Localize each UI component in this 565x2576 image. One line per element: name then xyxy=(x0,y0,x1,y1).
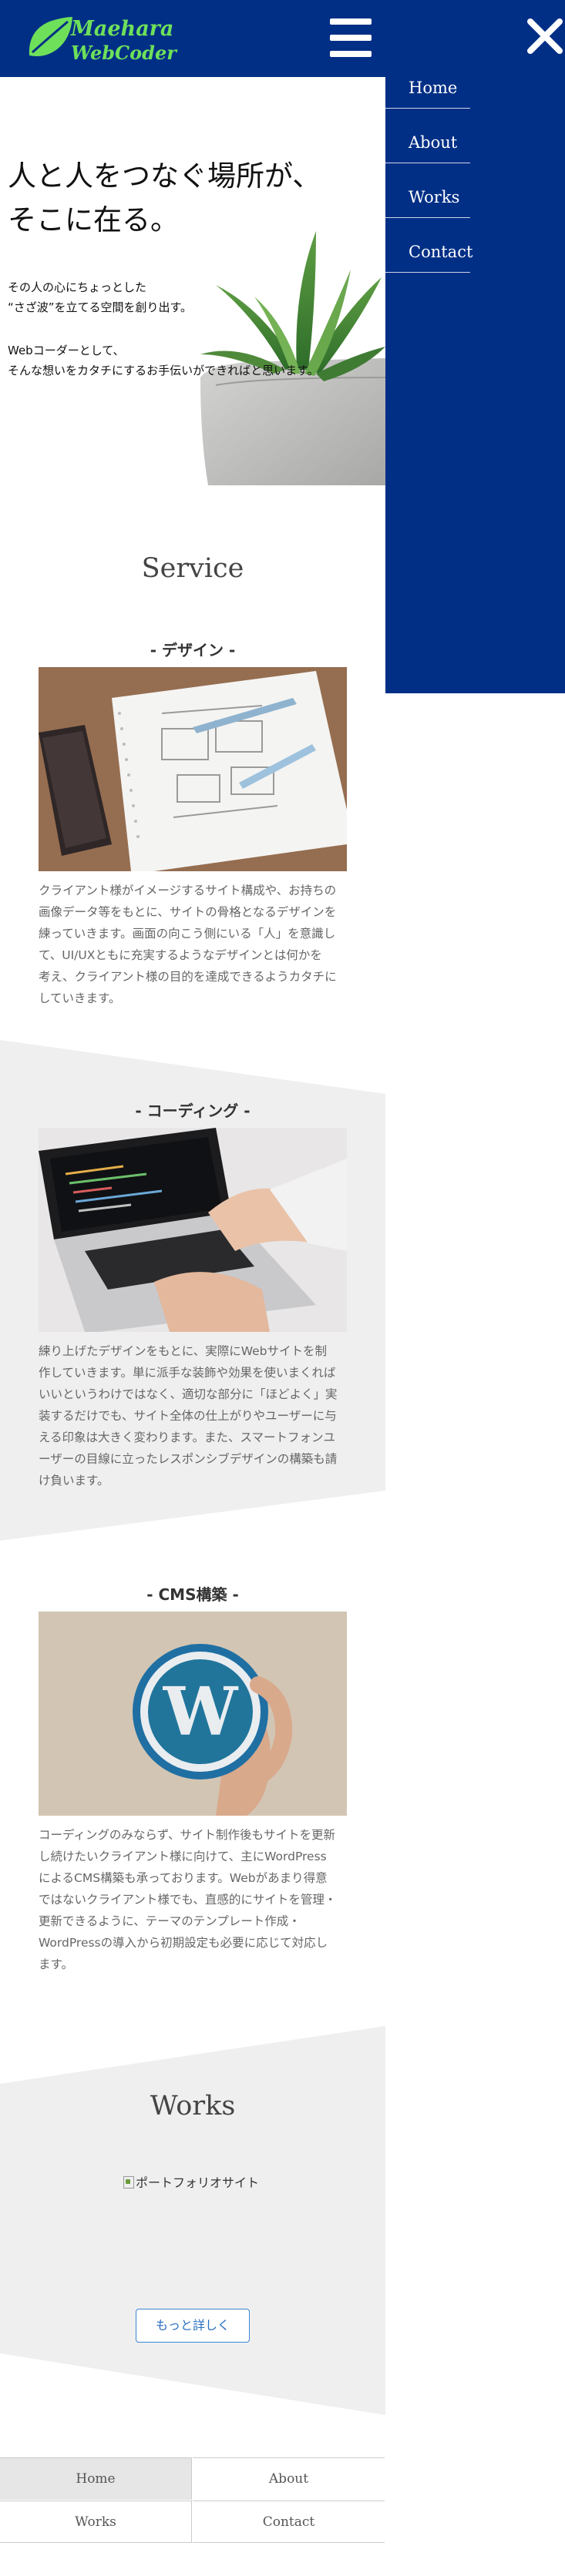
broken-image-icon xyxy=(123,2176,134,2189)
hero-text-line2: “さざ波”を立てる空間を創り出す。 xyxy=(8,300,193,314)
leaf-icon xyxy=(29,17,72,56)
hero-text-line3: Webコーダーとして、 xyxy=(8,344,125,357)
footer-nav: Home About Works Contact xyxy=(0,2457,385,2544)
service-coding-line: える印象は大きく変わります。また、スマートフォンユ xyxy=(39,1431,336,1444)
service-cms-line: し続けたいクライアント様に向けて、主にWordPress xyxy=(39,1850,327,1863)
hero-section: 人と人をつなぐ場所が、 そこに在る。 その人の心にちょっとした “さざ波”を立て… xyxy=(0,77,385,485)
service-coding-line: け負います。 xyxy=(39,1474,109,1488)
service-design-line: 画像データ等をもとに、サイトの骨格となるデザインを xyxy=(39,905,337,919)
hero-text-line1: その人の心にちょっとした xyxy=(8,280,147,294)
service-cms-line: ます。 xyxy=(39,1957,73,1971)
hamburger-bar xyxy=(330,35,372,41)
service-cms-line: 更新できるように、テーマのテンプレート作成・ xyxy=(39,1914,301,1928)
design-sketch-image xyxy=(39,667,347,871)
footer-nav-contact[interactable]: Contact xyxy=(193,2501,385,2543)
drawer-item-about[interactable]: About xyxy=(385,132,470,163)
drawer-item-contact[interactable]: Contact xyxy=(385,241,473,273)
service-design-line: クライアント様がイメージするサイト構成や、お持ちの xyxy=(39,884,337,897)
drawer-item-label: About xyxy=(409,133,458,152)
drawer-item-label: Works xyxy=(409,188,460,206)
drawer-item-label: Contact xyxy=(409,243,473,261)
drawer-item-home[interactable]: Home xyxy=(385,77,470,109)
service-coding-line: 作していきます。単に派手な装飾や効果を使いまくれば xyxy=(39,1366,336,1380)
service-title: Service xyxy=(141,553,244,584)
svg-text:W: W xyxy=(163,1673,239,1751)
drawer-item-label: Home xyxy=(409,79,458,97)
logo-text-line1: Maehara xyxy=(71,17,174,41)
works-section-background xyxy=(0,2026,385,2415)
service-design-line: していきます。 xyxy=(39,991,121,1005)
service-coding-line: ーザーの目線に立ったレスポンシブデザインの構築も請 xyxy=(39,1452,338,1466)
footer-nav-about[interactable]: About xyxy=(193,2457,385,2500)
service-cms-title: - CMS構築 - xyxy=(146,1585,239,1604)
service-cms-text: コーディングのみならず、サイト制作後もサイトを更新 し続けたいクライアント様に向… xyxy=(39,1824,347,1975)
service-coding-line: 練り上げたデザインをもとに、実際にWebサイトを制 xyxy=(39,1344,328,1358)
logo-text-line2: WebCoder xyxy=(71,42,177,64)
service-coding-text: 練り上げたデザインをもとに、実際にWebサイトを制 作していきます。単に派手な装… xyxy=(39,1340,347,1491)
hamburger-menu-button[interactable] xyxy=(330,18,372,57)
footer-nav-home[interactable]: Home xyxy=(0,2457,192,2500)
portfolio-image[interactable]: ポートフォリオサイト xyxy=(123,2172,259,2191)
works-title: Works xyxy=(150,2091,236,2122)
service-cms-line: によるCMS構築も承っております。Webがあまり得意 xyxy=(39,1871,328,1885)
page-content: 人と人をつなぐ場所が、 そこに在る。 その人の心にちょっとした “さざ波”を立て… xyxy=(0,0,385,2576)
hamburger-bar xyxy=(330,51,372,57)
hero-title-line1: 人と人をつなぐ場所が、 xyxy=(8,159,321,193)
laptop-coding-image xyxy=(39,1128,347,1332)
close-icon[interactable] xyxy=(526,17,564,55)
service-cms-line: コーディングのみならず、サイト制作後もサイトを更新 xyxy=(39,1828,336,1842)
wordpress-logo-image: W xyxy=(39,1612,347,1816)
service-design-line: 考え、クライアント様の目的を達成できるようカタチに xyxy=(39,970,337,984)
hero-title: 人と人をつなぐ場所が、 そこに在る。 xyxy=(8,154,321,242)
service-coding-title: - コーディング - xyxy=(135,1102,251,1120)
service-coding-line: 装するだけでも、サイト全体の仕上がりやユーザーに与 xyxy=(39,1409,337,1423)
service-design-text: クライアント様がイメージするサイト構成や、お持ちの 画像データ等をもとに、サイト… xyxy=(39,880,347,1009)
drawer-menu: Home About Works Contact xyxy=(385,77,565,693)
hero-title-line2: そこに在る。 xyxy=(8,203,179,236)
more-details-button[interactable]: もっと詳しく xyxy=(136,2309,250,2343)
service-cms-line: WordPressの導入から初期設定も必要に応じて対応し xyxy=(39,1936,328,1950)
site-header: Maehara WebCoder xyxy=(0,0,565,77)
hamburger-bar xyxy=(330,18,372,25)
site-logo[interactable]: Maehara WebCoder xyxy=(26,12,177,65)
service-cms-line: ではないクライアント様でも、直感的にサイトを管理・ xyxy=(39,1893,337,1907)
service-design-line: 練っていきます。画面の向こう側にいる「人」を意識し xyxy=(39,927,336,941)
hero-text-line4: そんな想いをカタチにするお手伝いができればと思います。 xyxy=(8,364,319,377)
service-design-line: て、UI/UXともに充実するようなデザインとは何かを xyxy=(39,948,322,962)
service-coding-line: いいというわけではなく、適切な部分に「ほどよく」実 xyxy=(39,1387,338,1401)
service-design-title: - デザイン - xyxy=(150,641,236,659)
portfolio-alt-text: ポートフォリオサイト xyxy=(136,2175,260,2190)
drawer-item-works[interactable]: Works xyxy=(385,186,470,218)
footer-nav-works[interactable]: Works xyxy=(0,2501,192,2543)
succulent-plant-image xyxy=(200,231,385,485)
